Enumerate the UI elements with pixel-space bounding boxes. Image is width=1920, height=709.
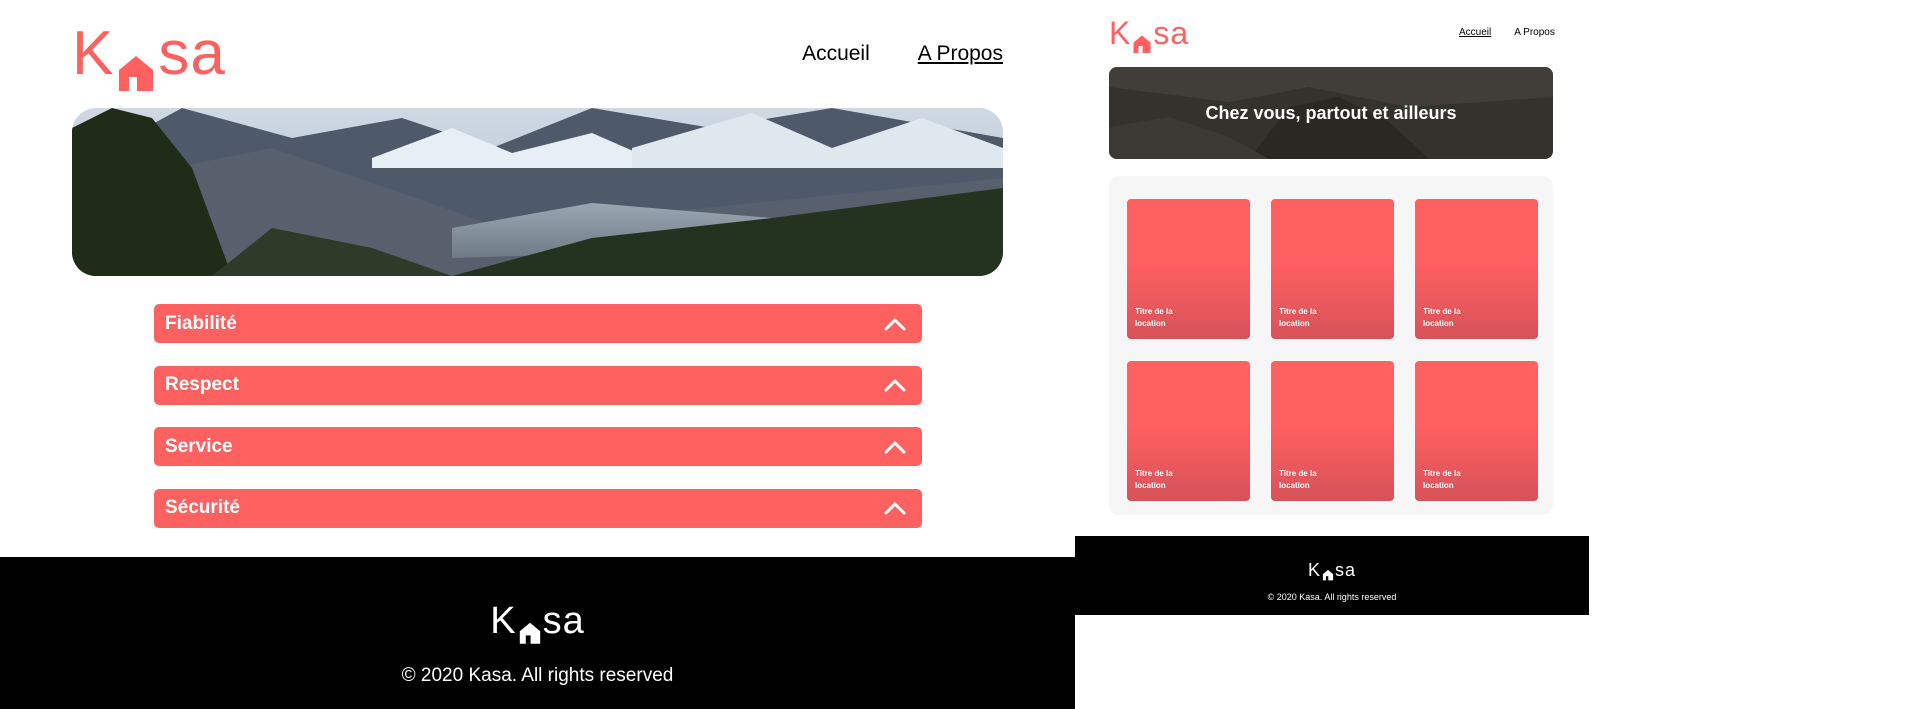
- home-banner: Chez vous, partout et ailleurs: [1109, 67, 1553, 159]
- collapse-respect[interactable]: Respect: [154, 365, 922, 405]
- chevron-up-icon[interactable]: [884, 501, 906, 515]
- nav-link-home[interactable]: Accueil: [1459, 27, 1491, 38]
- logo-letters-sa: sa: [1335, 560, 1357, 580]
- collapse-label: Respect: [165, 374, 239, 395]
- logo-letters-sa: sa: [542, 600, 585, 642]
- rental-card[interactable]: Titre de la location: [1415, 199, 1538, 339]
- rental-gallery: Titre de la location Titre de la locatio…: [1109, 176, 1553, 515]
- collapse-service[interactable]: Service: [154, 427, 922, 466]
- house-icon: [116, 42, 156, 91]
- values-collapse-list: Fiabilité Respect Service Sécurité: [154, 304, 922, 550]
- logo-letter-k: K: [490, 600, 517, 642]
- about-page: K sa Accueil A Propos Fiabilité Respect …: [0, 0, 1075, 709]
- logo-letters-sa: sa: [158, 19, 226, 88]
- nav-link-about[interactable]: A Propos: [918, 42, 1003, 66]
- rental-card[interactable]: Titre de la location: [1127, 361, 1250, 501]
- card-title: Titre de la location: [1135, 307, 1173, 328]
- rental-card[interactable]: Titre de la location: [1271, 361, 1394, 501]
- card-title: Titre de la location: [1279, 469, 1317, 490]
- banner-title: Chez vous, partout et ailleurs: [1205, 102, 1457, 123]
- collapse-label: Fiabilité: [165, 312, 237, 334]
- copyright-text: © 2020 Kasa. All rights reserved: [401, 665, 674, 686]
- logo-letter-k: K: [72, 19, 115, 88]
- collapse-fiabilite[interactable]: Fiabilité: [154, 304, 922, 343]
- about-banner-image: [72, 108, 1003, 276]
- kasa-logo[interactable]: K sa: [1109, 15, 1190, 53]
- collapse-label: Sécurité: [165, 497, 240, 518]
- card-title: Titre de la location: [1279, 307, 1317, 328]
- chevron-up-icon[interactable]: [884, 378, 906, 392]
- nav-link-about[interactable]: A Propos: [1514, 27, 1555, 38]
- logo-letter-k: K: [1109, 15, 1132, 51]
- card-title: Titre de la location: [1135, 469, 1173, 490]
- main-nav: Accueil A Propos: [1459, 27, 1555, 38]
- home-page: K sa Accueil A Propos Chez vous, partout…: [1075, 0, 1589, 615]
- collapse-label: Service: [165, 435, 233, 457]
- collapse-securite[interactable]: Sécurité: [154, 488, 922, 528]
- footer: K sa © 2020 Kasa. All rights reserved: [0, 557, 1075, 709]
- nav-link-home[interactable]: Accueil: [802, 42, 870, 66]
- house-icon: [1322, 566, 1334, 581]
- card-title: Titre de la location: [1423, 307, 1461, 328]
- chevron-up-icon[interactable]: [884, 317, 906, 331]
- house-icon: [518, 614, 542, 644]
- rental-card[interactable]: Titre de la location: [1127, 199, 1250, 339]
- footer-kasa-logo: K sa: [1307, 560, 1357, 581]
- chevron-up-icon[interactable]: [884, 440, 906, 454]
- card-title: Titre de la location: [1423, 469, 1461, 490]
- rental-card[interactable]: Titre de la location: [1271, 199, 1394, 339]
- main-nav: Accueil A Propos: [802, 42, 1003, 66]
- logo-letter-k: K: [1307, 560, 1321, 580]
- footer: K sa © 2020 Kasa. All rights reserved: [1075, 536, 1589, 615]
- house-icon: [1132, 27, 1152, 53]
- kasa-logo[interactable]: K sa: [72, 19, 226, 91]
- copyright-text: © 2020 Kasa. All rights reserved: [1267, 592, 1397, 602]
- rental-card[interactable]: Titre de la location: [1415, 361, 1538, 501]
- logo-letters-sa: sa: [1153, 15, 1190, 51]
- footer-kasa-logo: K sa: [490, 600, 585, 644]
